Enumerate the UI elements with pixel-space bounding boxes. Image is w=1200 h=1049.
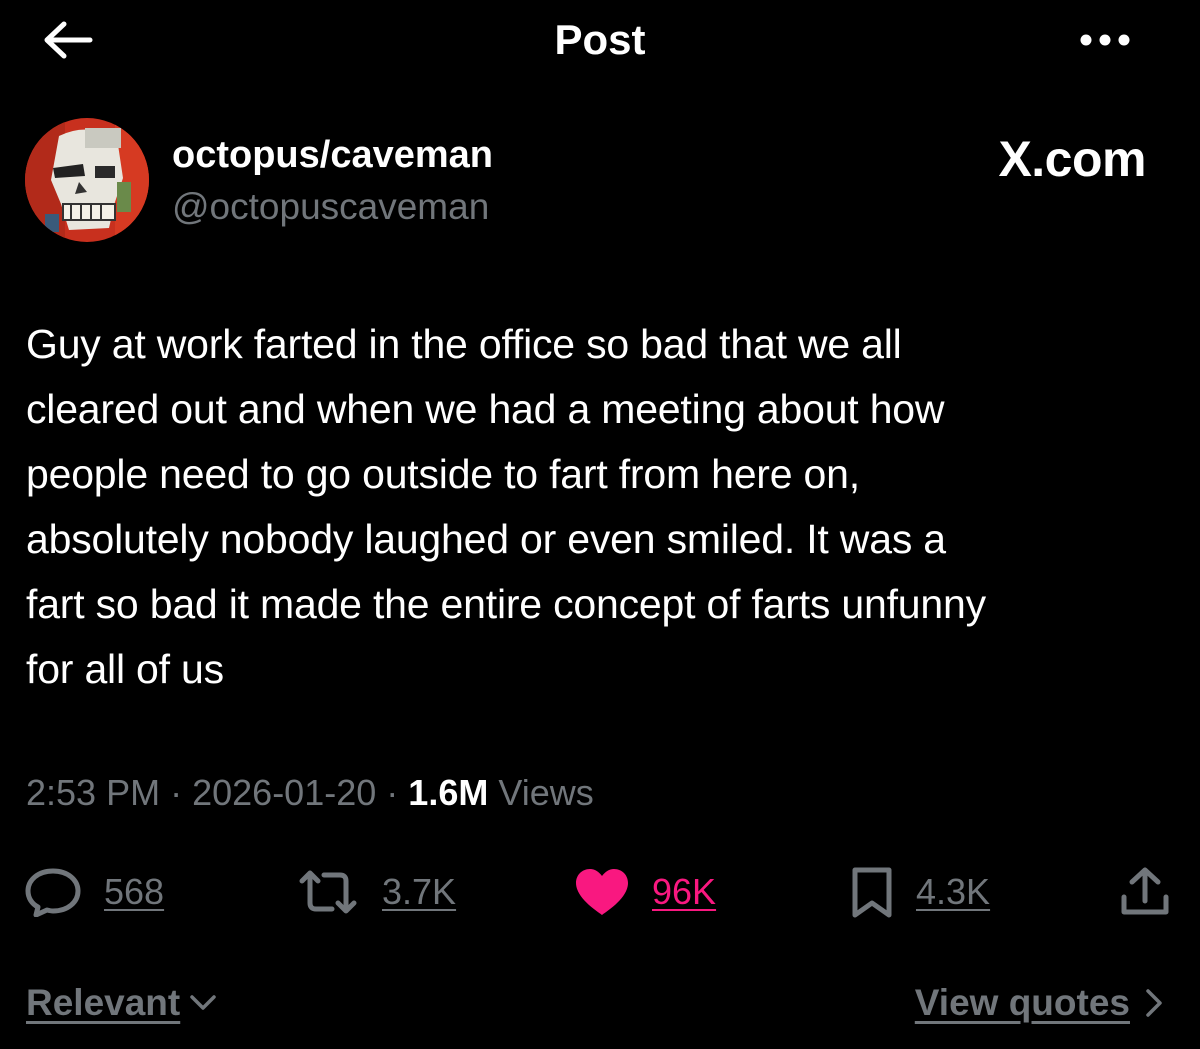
bookmark-count: 4.3K [916,871,991,912]
heart-filled-icon [576,869,628,915]
share-button[interactable] [1118,860,1172,924]
arrow-left-icon [44,21,93,59]
chevron-right-icon [1146,989,1162,1017]
post-meta: 2:53 PM · 2026-01-20 · 1.6M Views [26,772,594,814]
meta-separator: · [170,772,183,813]
like-count: 96K [652,871,717,912]
bookmark-button[interactable]: 4.3K [850,860,990,924]
sort-label: Relevant [26,982,181,1023]
repost-icon [299,870,357,914]
top-bar: Post [0,0,1200,80]
more-button[interactable] [1060,22,1140,58]
reply-button[interactable]: 568 [24,860,164,924]
views-label: Views [498,772,594,813]
author-display-name[interactable]: octopus/caveman [172,134,493,177]
reply-count: 568 [104,871,165,912]
bookmark-icon [852,867,892,918]
avatar-skull-icon [25,118,149,242]
post-date[interactable]: 2026-01-20 [192,772,376,813]
reply-icon [25,868,81,917]
view-quotes-link[interactable]: View quotes [915,982,1164,1024]
chevron-down-icon [190,995,216,1010]
post-time[interactable]: 2:53 PM [26,772,160,813]
x-com-watermark: X.com [998,131,1146,187]
views-count: 1.6M [408,772,489,813]
post-text: Guy at work farted in the office so bad … [26,321,986,692]
like-button[interactable]: 96K [574,860,716,924]
sort-replies-button[interactable]: Relevant [26,982,218,1024]
page-title: Post [554,16,646,63]
back-button[interactable] [38,18,98,62]
repost-button[interactable]: 3.7K [296,860,456,924]
repost-count: 3.7K [382,871,457,912]
share-icon [1121,867,1169,915]
more-horizontal-icon [1080,34,1130,46]
author-handle[interactable]: @octopuscaveman [172,186,489,228]
action-bar: 568 3.7K 96K 4.3K [0,860,1200,924]
meta-separator: · [386,772,399,813]
view-quotes-label: View quotes [914,982,1130,1023]
avatar[interactable] [25,118,149,242]
